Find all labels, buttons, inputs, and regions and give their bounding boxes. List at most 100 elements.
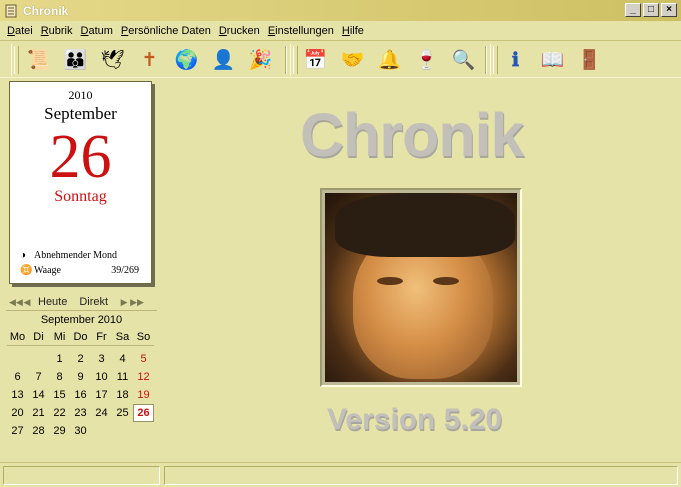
day-of-year: 39/269: [111, 265, 139, 276]
month-calendar-grid: Mo Di Mi Do Fr Sa So 1 2 3 4 5 6 7 8 9 10 11 12 13 14…: [7, 328, 157, 440]
calendar-day[interactable]: 20: [7, 404, 28, 422]
celebration-icon[interactable]: 🎉: [242, 45, 279, 75]
calendar-day[interactable]: 17: [91, 386, 112, 404]
calendar-day[interactable]: 19: [133, 386, 154, 404]
scroll-icon[interactable]: 📜: [20, 45, 57, 75]
calendar-day[interactable]: 4: [112, 350, 133, 368]
calendar-day[interactable]: 24: [91, 404, 112, 422]
calendar-day[interactable]: 5: [133, 350, 154, 368]
calendar-empty-cell: [91, 422, 112, 440]
calendar-day[interactable]: 9: [70, 368, 91, 386]
toolbar-group-tools: 📅 🤝 🔔 🍷 🔍: [290, 44, 482, 76]
calendar-day[interactable]: 8: [49, 368, 70, 386]
status-panel-main: [164, 465, 678, 485]
calendar-day[interactable]: 12: [133, 368, 154, 386]
weekday-header: Mo: [7, 328, 28, 346]
moon-phase-icon: ◑: [20, 250, 27, 261]
next-icon[interactable]: ▶: [118, 297, 130, 308]
calendar-day[interactable]: 15: [49, 386, 70, 404]
toolbar-group-categories: 📜 👪 🕊 ✝ 🌍 👤 🎉: [11, 44, 279, 76]
toolbar-separator: [285, 46, 287, 74]
calendar-day[interactable]: 29: [49, 422, 70, 440]
calendar-day[interactable]: 10: [91, 368, 112, 386]
calendar-day[interactable]: 25: [112, 404, 133, 422]
calendar-icon[interactable]: 📅: [297, 45, 334, 75]
menu-drucken[interactable]: Drucken: [215, 25, 264, 37]
last-page-icon[interactable]: ▶▶: [130, 297, 144, 308]
search-icon[interactable]: 🔍: [445, 45, 482, 75]
title-bar: Chronik _ □ ×: [0, 0, 681, 21]
previous-icon[interactable]: ◀: [21, 297, 33, 308]
toolbar-group-help: ℹ 📖 🚪: [490, 44, 608, 76]
handshake-icon[interactable]: 🤝: [334, 45, 371, 75]
grave-cross-icon[interactable]: ✝: [131, 45, 168, 75]
status-bar: [0, 462, 681, 487]
weekday-header: Fr: [91, 328, 112, 346]
info-icon[interactable]: ℹ: [497, 45, 534, 75]
calendar-day[interactable]: 28: [28, 422, 49, 440]
today-button[interactable]: Heute: [38, 296, 67, 308]
globe-icon[interactable]: 🌍: [168, 45, 205, 75]
close-button[interactable]: ×: [661, 3, 677, 17]
zodiac-label: Waage: [34, 265, 61, 276]
card-day-number: 26: [49, 123, 112, 191]
app-scroll-icon: [5, 4, 17, 17]
menu-bar: Datei Rubrik Datum Persönliche Daten Dru…: [0, 21, 681, 40]
weekday-header: Mi: [49, 328, 70, 346]
card-weekday: Sonntag: [54, 188, 107, 205]
menu-datei[interactable]: Datei: [3, 25, 37, 37]
calendar-day[interactable]: 14: [28, 386, 49, 404]
saint-icon[interactable]: 👤: [205, 45, 242, 75]
first-page-icon[interactable]: ◀◀: [9, 297, 23, 308]
menu-hilfe[interactable]: Hilfe: [338, 25, 368, 37]
calendar-day[interactable]: 18: [112, 386, 133, 404]
window-title: Chronik: [23, 3, 69, 18]
menu-datum[interactable]: Datum: [77, 25, 117, 37]
menu-einstellungen[interactable]: Einstellungen: [264, 25, 338, 37]
exit-door-icon[interactable]: 🚪: [571, 45, 608, 75]
direct-button[interactable]: Direkt: [79, 296, 108, 308]
calendar-day[interactable]: 27: [7, 422, 28, 440]
weekday-header: Sa: [112, 328, 133, 346]
status-panel-left: [3, 465, 160, 485]
calendar-day[interactable]: 22: [49, 404, 70, 422]
erasmus-portrait: [325, 193, 517, 382]
calendar-day[interactable]: 1: [49, 350, 70, 368]
toolbar-separator: [485, 46, 487, 74]
calendar-day[interactable]: 21: [28, 404, 49, 422]
card-year: 2010: [68, 88, 93, 102]
calendar-day[interactable]: 30: [70, 422, 91, 440]
zodiac-line: ♊ Waage 39/269: [20, 265, 139, 276]
bell-icon[interactable]: 🔔: [371, 45, 408, 75]
day-calendar-card: 2010 September 26 Sonntag ◑ Abnehmender …: [9, 81, 152, 284]
calendar-day[interactable]: 6: [7, 368, 28, 386]
calendar-day[interactable]: 3: [91, 350, 112, 368]
date-navigation: ◀◀ ◀ Heute Direkt ▶ ▶▶: [9, 295, 157, 309]
calendar-empty-cell: [7, 350, 28, 368]
calendar-day[interactable]: 23: [70, 404, 91, 422]
weekday-header: Do: [70, 328, 91, 346]
calendar-empty-cell: [133, 422, 154, 440]
calendar-day[interactable]: 7: [28, 368, 49, 386]
zodiac-icon: ♊: [20, 265, 33, 276]
calendar-day[interactable]: 13: [7, 386, 28, 404]
calendar-day[interactable]: 16: [70, 386, 91, 404]
wine-icon[interactable]: 🍷: [408, 45, 445, 75]
calendar-day[interactable]: 2: [70, 350, 91, 368]
moon-phase-line: ◑ Abnehmender Mond: [20, 250, 139, 261]
app-logo-text: Chronik: [300, 101, 524, 169]
help-book-icon[interactable]: 📖: [534, 45, 571, 75]
portrait-image: [320, 188, 522, 387]
family-icon[interactable]: 👪: [57, 45, 94, 75]
calendar-day[interactable]: 26: [133, 404, 154, 422]
stork-baby-icon[interactable]: 🕊: [94, 45, 131, 75]
menu-rubrik[interactable]: Rubrik: [37, 25, 77, 37]
minimize-button[interactable]: _: [625, 3, 641, 17]
maximize-button[interactable]: □: [643, 3, 659, 17]
month-calendar-header: September 2010: [40, 314, 123, 326]
toolbar: 📜 👪 🕊 ✝ 🌍 👤 🎉 📅 🤝 🔔 🍷 🔍 ℹ 📖 🚪: [0, 40, 681, 78]
menu-persoenliche-daten[interactable]: Persönliche Daten: [117, 25, 215, 37]
version-label: Version 5.20: [327, 403, 503, 436]
calendar-day[interactable]: 11: [112, 368, 133, 386]
month-calendar: September 2010 Mo Di Mi Do Fr Sa So 1234…: [6, 310, 157, 442]
